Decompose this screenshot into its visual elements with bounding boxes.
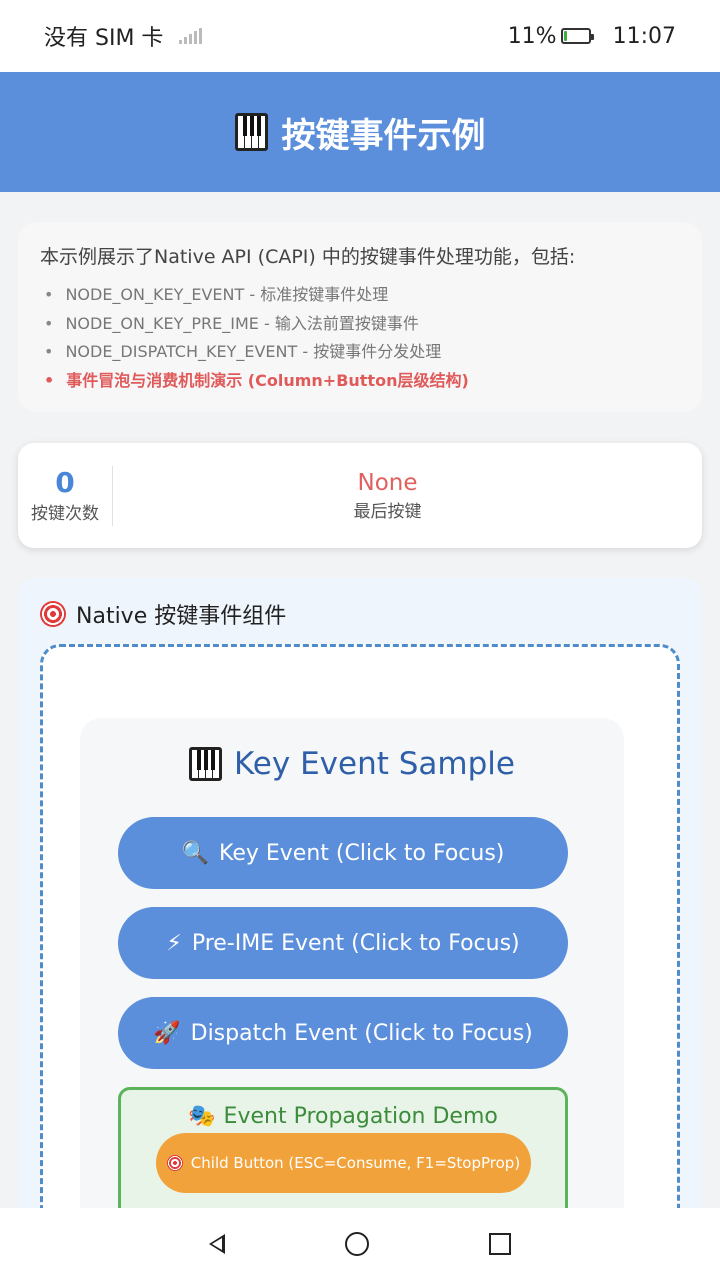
lightning-icon: ⚡ <box>166 930 182 956</box>
description-card: 本示例展示了Native API (CAPI) 中的按键事件处理功能，包括: •… <box>18 222 702 412</box>
native-section-label: Native 按键事件组件 <box>76 604 287 629</box>
battery-icon <box>560 28 594 44</box>
child-button-label: Child Button (ESC=Consume, F1=StopProp) <box>190 1154 521 1172</box>
pre-ime-event-button[interactable]: ⚡ Pre-IME Event (Click to Focus) <box>118 907 568 979</box>
sample-title-label: Key Event Sample <box>234 746 515 782</box>
sample-title: Key Event Sample <box>80 746 624 782</box>
carrier-label: 没有 SIM 卡 <box>44 26 164 51</box>
signal-icon <box>179 28 203 44</box>
title-bar: 按键事件示例 <box>0 72 720 192</box>
target-icon <box>40 601 66 627</box>
feature-list: • NODE_ON_KEY_EVENT - 标准按键事件处理 • NODE_ON_K… <box>40 281 680 395</box>
native-section-title: Native 按键事件组件 <box>40 598 286 630</box>
key-count-value: 0 <box>55 466 75 499</box>
key-event-button-label: Key Event (Click to Focus) <box>219 840 505 866</box>
last-key-value: None <box>357 470 418 496</box>
recent-apps-icon[interactable] <box>489 1233 511 1255</box>
target-icon <box>166 1155 183 1171</box>
rocket-icon: 🚀 <box>153 1020 181 1046</box>
description-intro: 本示例展示了Native API (CAPI) 中的按键事件处理功能，包括: <box>40 246 576 268</box>
feature-item: • NODE_DISPATCH_KEY_EVENT - 按键事件分发处理 <box>44 342 442 361</box>
last-key-label: 最后按键 <box>353 502 422 522</box>
back-icon[interactable] <box>209 1234 225 1254</box>
feature-item-highlight: • 事件冒泡与消费机制演示 (Column+Button层级结构) <box>44 370 469 390</box>
dispatch-event-button[interactable]: 🚀 Dispatch Event (Click to Focus) <box>118 997 568 1069</box>
feature-item: • NODE_ON_KEY_PRE_IME - 输入法前置按键事件 <box>44 313 419 333</box>
last-key-stat: None 最后按键 <box>113 469 702 522</box>
key-event-button[interactable]: 🔍 Key Event (Click to Focus) <box>118 817 568 889</box>
pre-ime-event-button-label: Pre-IME Event (Click to Focus) <box>191 930 520 956</box>
propagation-title: 🎭 Event Propagation Demo <box>121 1104 565 1129</box>
page-title: 按键事件示例 <box>281 115 486 156</box>
propagation-title-label: Event Propagation Demo <box>223 1104 498 1129</box>
theater-masks-icon: 🎭 <box>188 1104 216 1129</box>
system-nav-bar <box>0 1208 720 1280</box>
battery-indicator: 11% <box>507 23 594 49</box>
piano-icon <box>234 113 268 151</box>
key-event-sample-card: Key Event Sample 🔍 Key Event (Click to F… <box>80 718 624 1247</box>
key-count-label: 按键次数 <box>31 504 99 524</box>
dispatch-event-button-label: Dispatch Event (Click to Focus) <box>190 1020 533 1046</box>
key-count-stat: 0 按键次数 <box>18 465 113 526</box>
feature-item: • NODE_ON_KEY_EVENT - 标准按键事件处理 <box>44 285 389 304</box>
child-button[interactable]: Child Button (ESC=Consume, F1=StopProp) <box>156 1133 531 1193</box>
piano-icon <box>189 747 223 781</box>
battery-percent: 11% <box>507 23 557 49</box>
carrier-info: 没有 SIM 卡 <box>44 20 203 52</box>
home-icon[interactable] <box>345 1232 369 1256</box>
magnifier-icon: 🔍 <box>181 840 209 866</box>
status-bar: 没有 SIM 卡 11% 11:07 <box>0 0 720 72</box>
stats-card: 0 按键次数 None 最后按键 <box>18 443 702 548</box>
clock: 11:07 <box>612 23 676 49</box>
